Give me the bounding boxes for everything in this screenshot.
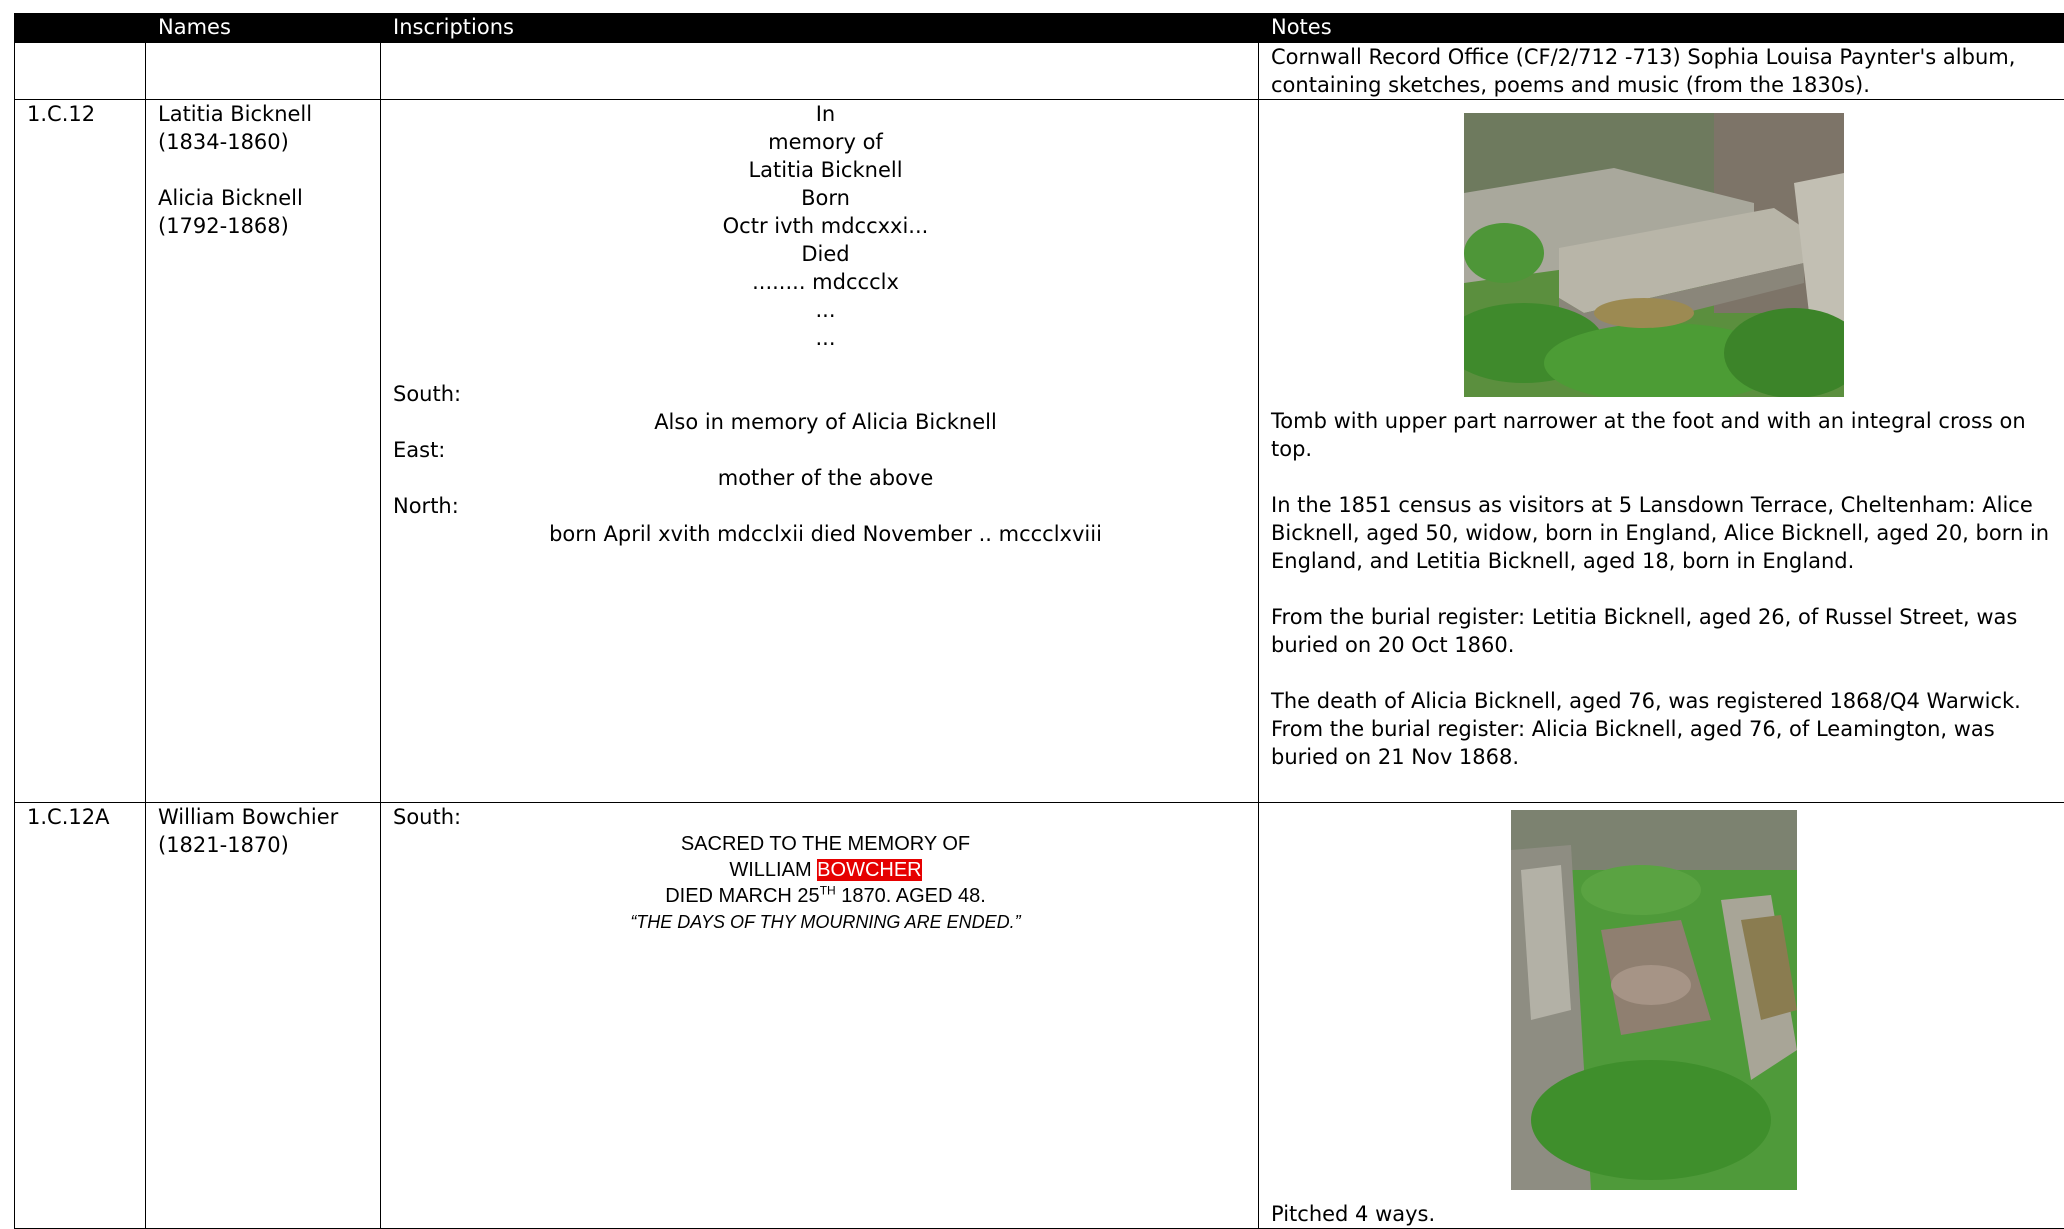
memorial-table: Names Inscriptions Notes Cornwall Record… bbox=[14, 13, 2064, 1229]
note-text: Tomb with upper part narrower at the foo… bbox=[1271, 407, 2064, 463]
notes-cell: Pitched 4 ways. bbox=[1259, 803, 2064, 1229]
table-row: 1.C.12 Latitia Bicknell (1834-1860) Alic… bbox=[15, 100, 2064, 803]
south-inscription: SACRED TO THE MEMORY OF WILLIAM BOWCHER … bbox=[393, 831, 1258, 935]
note-text: From the burial register: Letitia Bickne… bbox=[1271, 603, 2064, 659]
note-text: In the 1851 census as visitors at 5 Lans… bbox=[1271, 491, 2064, 575]
inscription-line: Latitia Bicknell bbox=[393, 156, 1258, 184]
table-row: 1.C.12A William Bowchier (1821-1870) Sou… bbox=[15, 803, 2064, 1229]
south-label: South: bbox=[393, 803, 1258, 831]
inscription-line: memory of bbox=[393, 128, 1258, 156]
id-cell: 1.C.12A bbox=[15, 803, 146, 1229]
note-text: Pitched 4 ways. bbox=[1271, 1200, 2064, 1228]
names-cell bbox=[146, 43, 381, 100]
person-name: Alicia Bicknell bbox=[158, 184, 380, 212]
inscription-line: Octr ivth mdccxxi... bbox=[393, 212, 1258, 240]
inscription-line: WILLIAM BOWCHER bbox=[393, 857, 1258, 883]
north-inscription: born April xvith mdcclxii died November … bbox=[393, 520, 1258, 548]
inscription-text: 1870. AGED 48. bbox=[836, 885, 986, 907]
note-text: The death of Alicia Bicknell, aged 76, w… bbox=[1271, 687, 2064, 771]
superscript: TH bbox=[820, 883, 836, 897]
inscriptions-cell bbox=[381, 43, 1259, 100]
inscriptions-cell: South: SACRED TO THE MEMORY OF WILLIAM B… bbox=[381, 803, 1259, 1229]
inscription-line: In bbox=[393, 100, 1258, 128]
person-dates: (1792-1868) bbox=[158, 212, 380, 240]
header-notes: Notes bbox=[1259, 14, 2064, 43]
names-cell: William Bowchier (1821-1870) bbox=[146, 803, 381, 1229]
highlighted-surname: BOWCHER bbox=[817, 859, 921, 881]
person-name: William Bowchier bbox=[158, 803, 380, 831]
person-dates: (1821-1870) bbox=[158, 831, 380, 859]
inscription-line: Born bbox=[393, 184, 1258, 212]
tomb-photo bbox=[1464, 113, 1844, 397]
inscription-quote: “THE DAYS OF THY MOURNING ARE ENDED.” bbox=[393, 909, 1258, 935]
inscription-line: ... bbox=[393, 296, 1258, 324]
inscriptions-cell: In memory of Latitia Bicknell Born Octr … bbox=[381, 100, 1259, 803]
header-row: Names Inscriptions Notes bbox=[15, 14, 2064, 43]
inscription-line: ........ mdccclx bbox=[393, 268, 1258, 296]
notes-cell: Cornwall Record Office (CF/2/712 -713) S… bbox=[1259, 43, 2064, 100]
east-inscription: mother of the above bbox=[393, 464, 1258, 492]
notes-cell: Tomb with upper part narrower at the foo… bbox=[1259, 100, 2064, 803]
east-label: East: bbox=[393, 436, 1258, 464]
names-cell: Latitia Bicknell (1834-1860) Alicia Bick… bbox=[146, 100, 381, 803]
tomb-photo bbox=[1511, 810, 1797, 1190]
west-inscription: In memory of Latitia Bicknell Born Octr … bbox=[393, 100, 1258, 352]
header-inscriptions: Inscriptions bbox=[381, 14, 1259, 43]
person-name: Latitia Bicknell bbox=[158, 100, 380, 128]
person-dates: (1834-1860) bbox=[158, 128, 380, 156]
inscription-line: ... bbox=[393, 324, 1258, 352]
south-inscription: Also in memory of Alicia Bicknell bbox=[393, 408, 1258, 436]
inscription-text: DIED MARCH 25 bbox=[665, 885, 819, 907]
inscription-line: DIED MARCH 25TH 1870. AGED 48. bbox=[393, 883, 1258, 909]
id-cell bbox=[15, 43, 146, 100]
note-text: Cornwall Record Office (CF/2/712 -713) S… bbox=[1271, 43, 2064, 99]
inscription-text: WILLIAM bbox=[729, 859, 817, 881]
inscription-line: Died bbox=[393, 240, 1258, 268]
header-names: Names bbox=[146, 14, 381, 43]
id-cell: 1.C.12 bbox=[15, 100, 146, 803]
header-id bbox=[15, 14, 146, 43]
south-label: South: bbox=[393, 380, 1258, 408]
inscription-line: SACRED TO THE MEMORY OF bbox=[393, 831, 1258, 857]
table-row: Cornwall Record Office (CF/2/712 -713) S… bbox=[15, 43, 2064, 100]
north-label: North: bbox=[393, 492, 1258, 520]
